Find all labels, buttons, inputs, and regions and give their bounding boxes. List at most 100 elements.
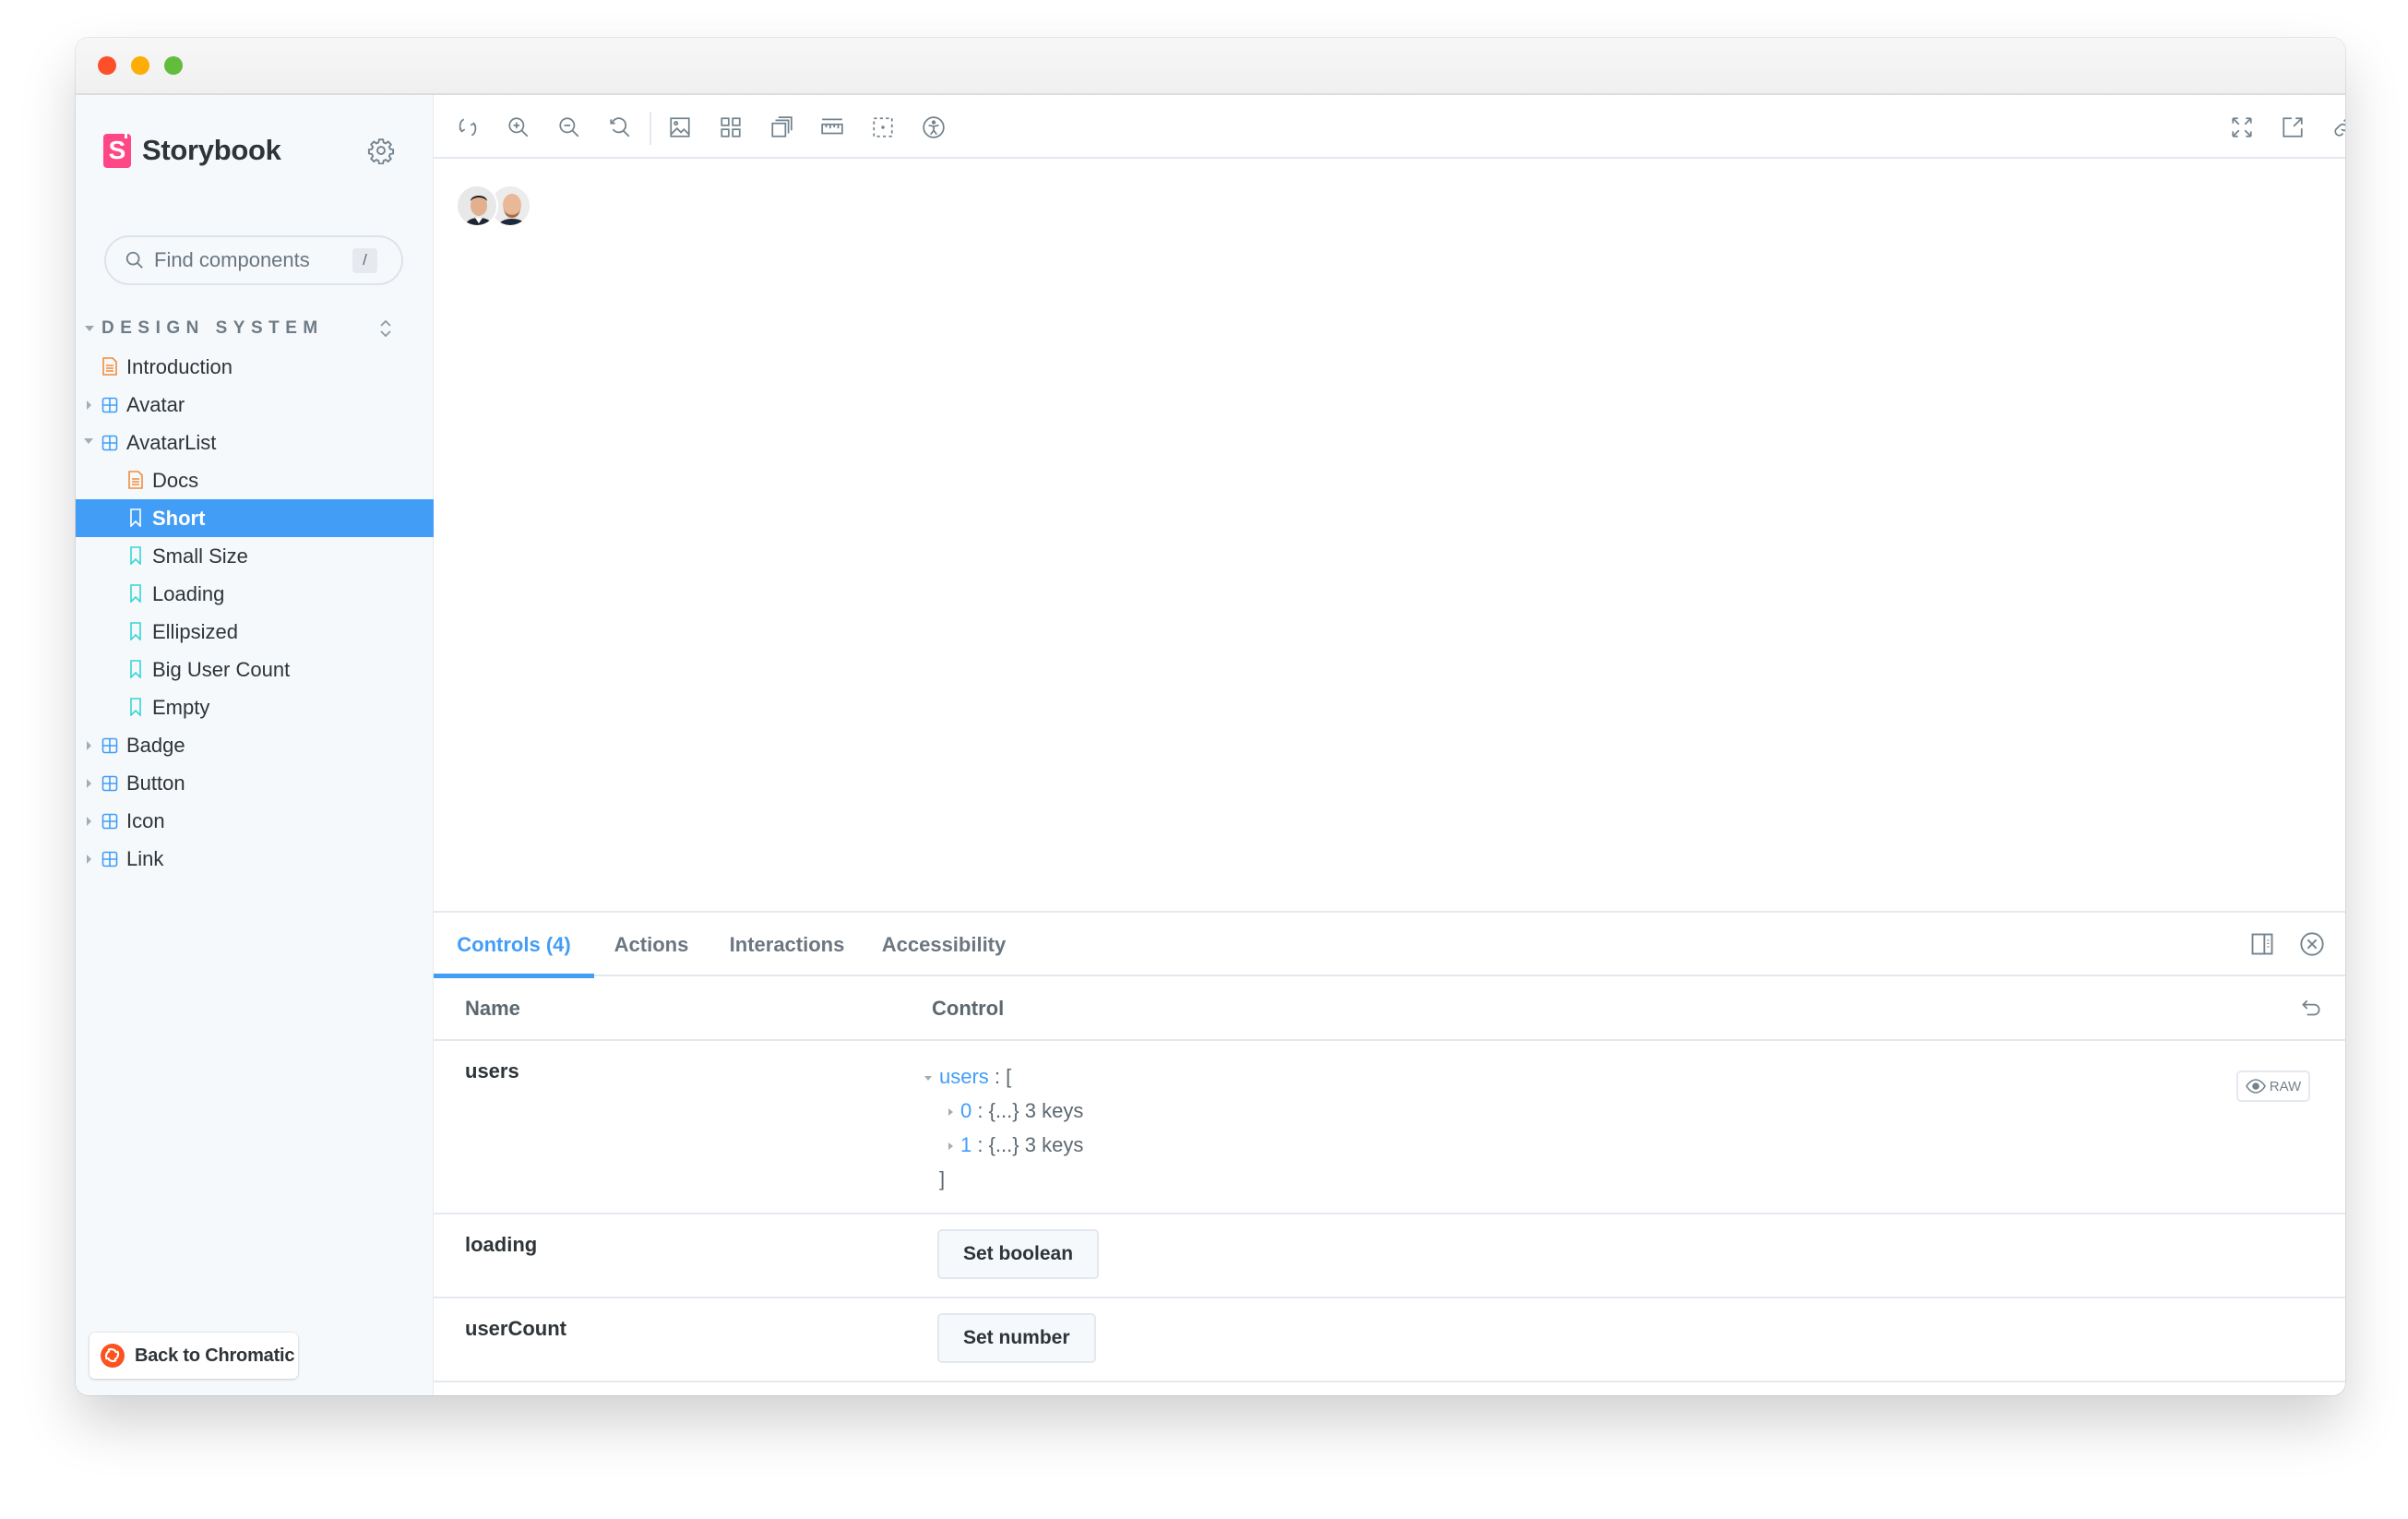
json-open-bracket: : [ [988, 1065, 1012, 1088]
chromatic-logo-icon [101, 1344, 125, 1368]
expand-triangle-icon[interactable] [948, 1108, 953, 1117]
component-icon [101, 811, 118, 830]
avatar [456, 185, 498, 227]
search-icon [125, 251, 143, 269]
sidebar-item-avatarlist[interactable]: AvatarList [76, 424, 434, 461]
brand-name: Storybook [142, 134, 281, 166]
fullscreen-button[interactable] [2228, 114, 2256, 141]
raw-toggle-button[interactable]: RAW [2236, 1070, 2310, 1102]
group-header-design-system[interactable]: DESIGN SYSTEM [85, 315, 426, 342]
sidebar-item-short[interactable]: Short [76, 499, 434, 537]
sidebar-item-link[interactable]: Link [76, 840, 434, 878]
json-index: 0 [960, 1099, 972, 1122]
sidebar-item-big-user-count[interactable]: Big User Count [76, 651, 434, 688]
caret-right-icon[interactable] [87, 817, 91, 826]
json-summary: : {...} 3 keys [972, 1099, 1084, 1122]
storybook-brand[interactable]: S Storybook [103, 131, 281, 169]
grid-button[interactable] [717, 114, 745, 141]
sidebar-item-icon[interactable]: Icon [76, 802, 434, 840]
sidebar-item-label: Ellipsized [152, 619, 238, 643]
bookmark-icon [129, 660, 146, 679]
sidebar-item-button[interactable]: Button [76, 764, 434, 802]
accessibility-button[interactable] [920, 114, 948, 141]
search-input[interactable] [154, 248, 348, 272]
close-panel-button[interactable] [2299, 931, 2325, 957]
json-close-bracket: ] [939, 1167, 946, 1190]
sidebar-item-small-size[interactable]: Small Size [76, 537, 434, 575]
expand-collapse-all-icon[interactable] [378, 317, 393, 341]
sidebar-item-label: Badge [126, 733, 185, 757]
sidebar-item-label: Big User Count [152, 657, 291, 681]
gear-icon [367, 138, 395, 165]
set-boolean-button[interactable]: Set boolean [937, 1229, 1100, 1279]
sidebar-item-ellipsized[interactable]: Ellipsized [76, 613, 434, 651]
sidebar-item-label: Docs [152, 468, 199, 492]
sidebar-item-empty[interactable]: Empty [76, 688, 434, 726]
viewport-icon [771, 116, 793, 138]
zoom-reset-button[interactable] [606, 114, 634, 141]
search-field[interactable]: / [104, 235, 403, 285]
tab-controls[interactable]: Controls (4) [434, 913, 594, 978]
caret-right-icon[interactable] [87, 401, 91, 410]
sidebar-item-docs[interactable]: Docs [76, 461, 434, 499]
back-to-chromatic-button[interactable]: Back to Chromatic [89, 1333, 298, 1379]
sidebar-item-label: Avatar [126, 392, 185, 416]
sidebar-item-label: Loading [152, 581, 225, 605]
copy-link-button[interactable] [2330, 114, 2345, 141]
set-number-button[interactable]: Set number [937, 1313, 1096, 1363]
column-header-name: Name [465, 997, 520, 1020]
json-root-line[interactable]: users : [ [924, 1059, 1083, 1094]
open-new-tab-icon [2283, 117, 2303, 138]
json-editor[interactable]: users : [ 0 : {...} 3 keys 1 : {...} 3 k… [924, 1059, 1083, 1196]
sidebar-item-badge[interactable]: Badge [76, 726, 434, 764]
sidebar-item-label: Introduction [126, 354, 232, 378]
document-icon [127, 471, 144, 489]
control-name: users [465, 1059, 519, 1082]
caret-right-icon[interactable] [87, 741, 91, 750]
sidebar-item-avatar[interactable]: Avatar [76, 386, 434, 424]
json-key: users [939, 1065, 989, 1088]
minimize-window-button[interactable] [131, 56, 149, 75]
undo-icon[interactable] [2299, 997, 2323, 1021]
caret-right-icon[interactable] [87, 779, 91, 788]
control-row-loading: loading Set boolean [434, 1214, 2345, 1298]
bookmark-icon [129, 698, 146, 717]
sidebar-item-loading[interactable]: Loading [76, 575, 434, 613]
outline-button[interactable] [869, 114, 897, 141]
ruler-icon [821, 118, 843, 135]
panel-orientation-button[interactable] [2249, 931, 2275, 957]
sidebar-item-introduction[interactable]: Introduction [76, 348, 434, 386]
tab-accessibility[interactable]: Accessibility [865, 913, 1022, 976]
control-row-users: users users : [ 0 : {...} 3 keys 1 : {..… [434, 1041, 2345, 1214]
control-row-size: size large [434, 1382, 2345, 1395]
caret-right-icon[interactable] [87, 855, 91, 864]
bookmark-icon [129, 508, 146, 528]
story-canvas [434, 159, 2345, 911]
expand-triangle-icon[interactable] [948, 1142, 953, 1151]
zoom-out-button[interactable] [555, 114, 583, 141]
remount-button[interactable] [454, 114, 482, 141]
zoom-out-icon [559, 117, 579, 138]
measure-button[interactable] [818, 114, 846, 141]
zoom-window-button[interactable] [164, 56, 183, 75]
tab-actions[interactable]: Actions [594, 913, 709, 976]
json-entry[interactable]: 1 : {...} 3 keys [924, 1128, 1083, 1162]
caret-down-icon [85, 326, 94, 331]
storybook-logo-icon: S [103, 131, 131, 168]
addons-panel: Controls (4) Actions Interactions Access… [434, 911, 2345, 1395]
open-new-tab-button[interactable] [2279, 114, 2307, 141]
viewport-button[interactable] [768, 114, 795, 141]
json-summary: : {...} 3 keys [972, 1133, 1084, 1156]
caret-down-icon[interactable] [84, 438, 93, 444]
outline-icon [873, 117, 893, 138]
zoom-in-button[interactable] [505, 114, 532, 141]
eye-icon [2245, 1079, 2266, 1094]
close-window-button[interactable] [98, 56, 116, 75]
background-button[interactable] [666, 114, 694, 141]
settings-button[interactable] [367, 137, 395, 165]
tab-interactions[interactable]: Interactions [709, 913, 865, 976]
collapse-triangle-icon[interactable] [924, 1075, 932, 1081]
sidebar-item-label: AvatarList [126, 430, 217, 454]
component-icon [101, 395, 118, 413]
json-entry[interactable]: 0 : {...} 3 keys [924, 1094, 1083, 1128]
